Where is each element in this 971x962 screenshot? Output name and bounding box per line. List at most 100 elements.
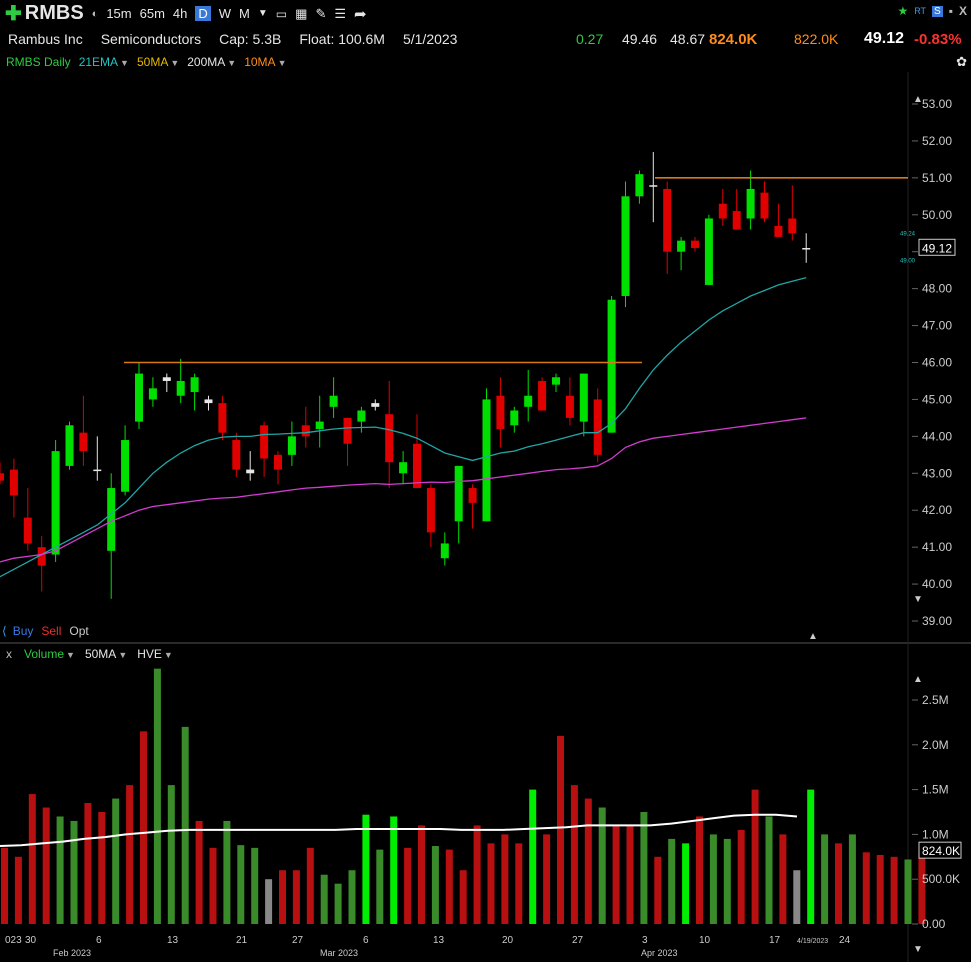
volume-bar (209, 847, 217, 924)
volume-bar (223, 820, 231, 924)
star-icon[interactable]: ★ (897, 4, 908, 18)
chevron-down-icon: ▼ (227, 58, 237, 68)
axes: 53.00 52.00 51.00 50.00 49.00 48.00 47.00 46.00… (5, 94, 962, 958)
candle-body (274, 454, 282, 470)
timeframe-daily[interactable]: D (195, 6, 211, 21)
volume-bar (654, 856, 662, 924)
candle-body (371, 403, 380, 407)
pencil-icon[interactable]: ✎ (315, 6, 326, 22)
notes-icon[interactable]: ☰ (334, 6, 346, 22)
price-tick-label: 45.00 (922, 392, 952, 406)
candle-body (246, 469, 255, 474)
collapse-icon: ▲ (808, 631, 818, 642)
broadcast-icon[interactable]: ◐ (92, 8, 99, 20)
price-tick-label: 41.00 (922, 540, 952, 554)
candle-body (482, 399, 491, 522)
screener-icon[interactable]: S (932, 5, 943, 17)
volume-bar (459, 870, 467, 924)
ma50-line (0, 417, 807, 563)
percent-change: -0.83% (914, 30, 962, 48)
close-icon[interactable]: X (959, 4, 967, 18)
volume-bar (793, 870, 801, 924)
volume-bar (570, 785, 578, 924)
candle-body (635, 174, 644, 197)
volume-bar (70, 820, 78, 924)
volume-bar (265, 879, 273, 924)
price-tick-label: 50.00 (922, 208, 952, 222)
volume-bar (28, 794, 36, 924)
chevron-down-icon[interactable]: ▼ (258, 8, 268, 19)
price-panel (0, 152, 908, 599)
save-icon[interactable]: ▪ (949, 4, 953, 18)
volume-bar (404, 847, 412, 924)
volume-scroll-down-icon: ▼ (913, 944, 923, 955)
volume-tick-label: 2.0M (922, 738, 949, 752)
candle-body (704, 218, 713, 285)
calculator-icon[interactable]: ▦ (295, 6, 307, 22)
timeframe-4h[interactable]: 4h (173, 6, 187, 21)
chart-title[interactable]: RMBS Daily (6, 55, 71, 69)
indicator-200ma[interactable]: 200MA ▼ (187, 55, 236, 69)
price-tick-label: 39.00 (922, 614, 952, 628)
volume-bar (445, 849, 453, 924)
last-price: 49.12 (864, 30, 905, 47)
timeframe-monthly[interactable]: M (239, 6, 250, 21)
chart-area[interactable]: 53.00 52.00 51.00 50.00 49.00 48.00 47.00 46.00… (0, 72, 971, 962)
candle-body (496, 395, 505, 429)
company-name: Rambus Inc (8, 31, 83, 47)
indicator-21ema[interactable]: 21EMA ▼ (79, 55, 129, 69)
candle-body (51, 451, 60, 555)
volume-bar (84, 803, 92, 924)
x-axis-label: 10 (699, 935, 711, 946)
candle-body (287, 436, 296, 455)
candle-body (454, 465, 463, 522)
candle-body (121, 440, 130, 492)
symbol-title[interactable]: RMBS (25, 2, 84, 25)
indicator-10ma[interactable]: 10MA ▼ (244, 55, 286, 69)
volume-bar (251, 847, 259, 924)
candle-body (538, 380, 547, 411)
candle-body (343, 417, 352, 444)
candle-body (413, 443, 421, 489)
volume-bar (696, 816, 703, 924)
share-icon[interactable]: ➦ (354, 5, 367, 23)
volume-tick-label: 500.0K (922, 872, 960, 886)
volume-bar (821, 834, 829, 924)
candle-body (677, 240, 686, 252)
palette-icon[interactable]: ✿ (956, 54, 967, 70)
volume-panel (0, 668, 926, 924)
realtime-icon[interactable]: RT (914, 6, 926, 16)
ema-value-label: 49.24 (900, 231, 916, 237)
candle-body (552, 377, 560, 385)
volume-bar (126, 785, 134, 924)
timeframe-15m[interactable]: 15m (106, 6, 131, 21)
volume-bar (904, 859, 912, 924)
volume-bar (140, 731, 147, 924)
indicator-50ma[interactable]: 50MA ▼ (137, 55, 179, 69)
quote-date: 5/1/2023 (402, 31, 458, 47)
candle-body (79, 432, 88, 452)
layout-icon[interactable]: ▭ (276, 7, 287, 21)
market-cap: Cap: 5.3B (219, 31, 282, 47)
add-symbol-icon[interactable]: ✚ (5, 1, 22, 26)
timeframe-weekly[interactable]: W (219, 6, 231, 21)
candle-body (162, 377, 171, 381)
candle-body (802, 248, 811, 250)
candle-body (301, 425, 310, 437)
candle-body (593, 399, 602, 455)
candle-body (148, 388, 157, 400)
volume-bar (862, 852, 870, 924)
volume-bar (640, 812, 648, 924)
price-tick-label: 42.00 (922, 503, 952, 517)
volume-bar (557, 735, 564, 924)
volume-bar (890, 856, 898, 924)
volume-bar (181, 726, 189, 924)
volume-bar (56, 816, 64, 924)
candle-body (746, 188, 755, 219)
volume-bar (348, 870, 356, 924)
x-axis-label: Feb 2023 (53, 948, 91, 958)
ema21-line (0, 276, 807, 578)
timeframe-65m[interactable]: 65m (140, 6, 165, 21)
candle-body (663, 188, 672, 252)
x-axis-label: Mar 2023 (320, 948, 358, 958)
